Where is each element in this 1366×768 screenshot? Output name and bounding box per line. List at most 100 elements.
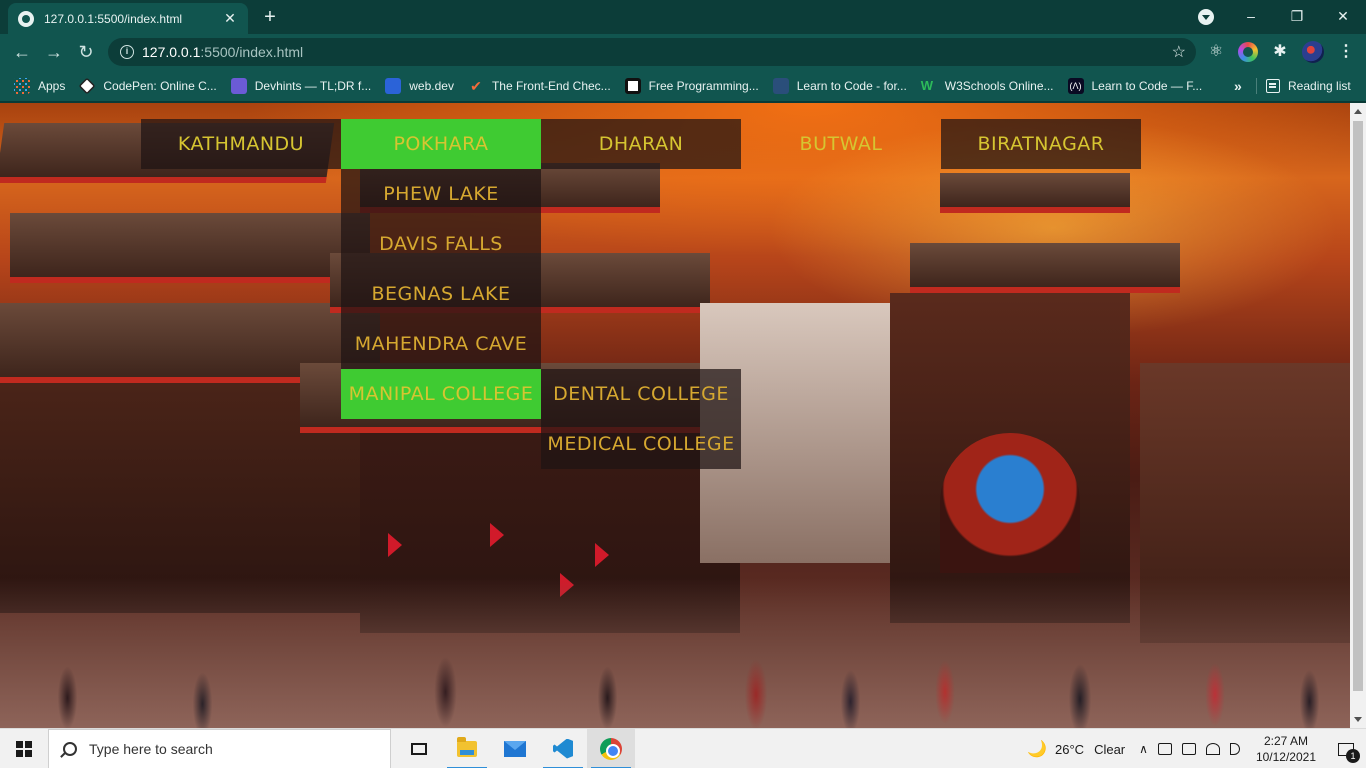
w3schools-icon: W — [920, 77, 934, 93]
bookmark-item[interactable]: (Λ) Learn to Code — F... — [1067, 77, 1203, 94]
new-tab-button[interactable]: + — [259, 6, 281, 28]
color-picker-icon[interactable] — [1238, 42, 1258, 62]
scrollbar-thumb[interactable] — [1353, 121, 1363, 691]
nav-label-pokhara: POKHARA — [393, 133, 489, 155]
bookmark-item[interactable]: ✔ The Front-End Chec... — [468, 78, 611, 94]
submenu-label-manipal: MANIPAL COLLEGE — [348, 383, 534, 405]
start-button[interactable] — [0, 729, 48, 768]
system-tray: 🌙 26°C Clear ∧ 2:27 AM 10/12/2021 1 — [1027, 729, 1366, 768]
scroll-down-icon[interactable] — [1354, 717, 1362, 722]
submenu-item-phew-lake[interactable]: PHEW LAKE — [341, 169, 541, 219]
notifications-button[interactable]: 1 — [1326, 729, 1366, 768]
more-bookmarks-icon[interactable]: » — [1234, 70, 1242, 102]
tab-strip: 127.0.0.1:5500/index.html ✕ + – ❐ ✕ — [0, 0, 1366, 34]
learncode-icon — [772, 77, 789, 94]
clock-date: 10/12/2021 — [1255, 750, 1316, 764]
mail-icon — [504, 740, 526, 757]
bookmark-label: Learn to Code - for... — [796, 78, 907, 93]
nav-item-butwal[interactable]: BUTWAL — [741, 119, 941, 169]
moon-icon: 🌙 — [1027, 741, 1048, 758]
task-view-icon — [411, 742, 427, 755]
bookmark-item[interactable]: web.dev — [385, 77, 454, 94]
task-view-button[interactable] — [395, 729, 443, 768]
freeprog-icon — [624, 77, 641, 94]
submenu-item-manipal-college[interactable]: MANIPAL COLLEGE DENTAL COLLEGE MEDICAL C… — [341, 369, 741, 469]
reading-list-icon — [1266, 79, 1280, 93]
taskbar-search[interactable]: Type here to search — [48, 728, 391, 768]
bookmark-star-icon[interactable]: ☆ — [1172, 42, 1186, 62]
react-devtools-icon[interactable]: ⚛ — [1206, 42, 1226, 62]
bookmark-label: CodePen: Online C... — [103, 78, 217, 93]
bookmark-item[interactable]: W W3Schools Online... — [921, 78, 1054, 94]
profile-avatar[interactable] — [1302, 41, 1324, 63]
manipal-submenu: DENTAL COLLEGE MEDICAL COLLEGE — [541, 369, 741, 469]
url-host: 127.0.0.1 — [142, 44, 201, 60]
bookmark-item[interactable]: CodePen: Online C... — [78, 77, 217, 94]
minimize-button[interactable]: – — [1228, 0, 1274, 32]
camera-icon[interactable] — [1157, 743, 1172, 755]
scroll-up-icon[interactable] — [1354, 109, 1362, 114]
tab-title: 127.0.0.1:5500/index.html — [44, 11, 183, 26]
browser-tab[interactable]: 127.0.0.1:5500/index.html ✕ — [8, 3, 248, 34]
search-placeholder: Type here to search — [89, 740, 213, 757]
tab-search-icon[interactable] — [1198, 9, 1214, 25]
back-button[interactable]: ← — [10, 40, 34, 64]
reload-button[interactable]: ↻ — [74, 40, 98, 64]
battery-icon[interactable] — [1181, 743, 1196, 755]
address-bar[interactable]: i 127.0.0.1:5500/index.html ☆ — [108, 38, 1196, 66]
bookmark-item[interactable]: Free Programming... — [624, 77, 759, 94]
clock[interactable]: 2:27 AM 10/12/2021 — [1256, 733, 1316, 765]
mail-button[interactable] — [491, 729, 539, 768]
nav-item-kathmandu[interactable]: KATHMANDU — [141, 119, 341, 169]
browser-menu-icon[interactable]: ⋮ — [1336, 42, 1356, 62]
extensions-icon[interactable]: ✱ — [1270, 42, 1290, 62]
search-icon — [63, 741, 77, 756]
close-window-button[interactable]: ✕ — [1320, 0, 1366, 32]
bookmark-label: Learn to Code — F... — [1091, 78, 1203, 93]
show-hidden-icons-icon[interactable]: ∧ — [1139, 742, 1148, 756]
nav-item-biratnagar[interactable]: BIRATNAGAR — [941, 119, 1141, 169]
vertical-scrollbar[interactable] — [1350, 103, 1366, 728]
pokhara-submenu: PHEW LAKE DAVIS FALLS BEGNAS LAKE MAHEND… — [341, 169, 741, 469]
browser-toolbar: ← → ↻ i 127.0.0.1:5500/index.html ☆ ⚛ ✱ … — [0, 34, 1366, 70]
bookmark-item[interactable]: Learn to Code - for... — [772, 77, 907, 94]
weather-condition[interactable]: Clear — [1094, 742, 1125, 757]
bookmark-item[interactable]: Devhints — TL;DR f... — [230, 77, 372, 94]
bookmark-label: Apps — [38, 78, 66, 93]
windows-logo-icon — [16, 740, 32, 757]
submenu-item-dental-college[interactable]: DENTAL COLLEGE — [541, 369, 741, 419]
submenu-item-mahendra-cave[interactable]: MAHENDRA CAVE — [341, 319, 541, 369]
site-info-icon[interactable]: i — [120, 45, 134, 59]
globe-icon — [18, 10, 34, 27]
forward-button[interactable]: → — [42, 40, 66, 64]
submenu-item-davis-falls[interactable]: DAVIS FALLS — [341, 219, 541, 269]
bookmark-label: W3Schools Online... — [944, 78, 1054, 93]
vscode-button[interactable] — [539, 729, 587, 768]
devhints-icon — [230, 77, 247, 94]
checkmark-icon: ✔ — [470, 77, 482, 94]
submenu-item-medical-college[interactable]: MEDICAL COLLEGE — [541, 419, 741, 469]
main-nav: KATHMANDU POKHARA PHEW LAKE DAVIS FALLS … — [141, 119, 1141, 469]
vscode-icon — [553, 738, 573, 759]
windows-taskbar: Type here to search 🌙 26°C Clear ∧ 2:27 … — [0, 728, 1366, 768]
file-explorer-button[interactable] — [443, 729, 491, 768]
apps-grid-icon — [14, 77, 30, 94]
clock-time: 2:27 AM — [1263, 734, 1308, 748]
bookmark-apps[interactable]: Apps — [14, 77, 66, 94]
url-path: :5500/index.html — [200, 44, 304, 60]
tab-close-icon[interactable]: ✕ — [222, 10, 238, 27]
submenu-item-begnas-lake[interactable]: BEGNAS LAKE — [341, 269, 541, 319]
nav-item-pokhara[interactable]: POKHARA PHEW LAKE DAVIS FALLS BEGNAS LAK… — [341, 119, 741, 469]
reading-list-button[interactable]: Reading list — [1266, 70, 1351, 102]
restore-button[interactable]: ❐ — [1274, 0, 1320, 32]
bookmark-label: Devhints — TL;DR f... — [254, 78, 372, 93]
notification-count: 1 — [1346, 749, 1360, 763]
bookmarks-bar: Apps CodePen: Online C... Devhints — TL;… — [0, 70, 1366, 102]
weather-temp[interactable]: 26°C — [1055, 742, 1084, 757]
chrome-button[interactable] — [587, 728, 635, 768]
wifi-icon[interactable] — [1205, 743, 1220, 755]
bookmark-label: The Front-End Chec... — [491, 78, 611, 93]
volume-icon[interactable] — [1229, 743, 1240, 755]
bookmarks-divider — [1256, 78, 1257, 94]
nav-item-dharan[interactable]: DHARAN — [541, 119, 741, 169]
